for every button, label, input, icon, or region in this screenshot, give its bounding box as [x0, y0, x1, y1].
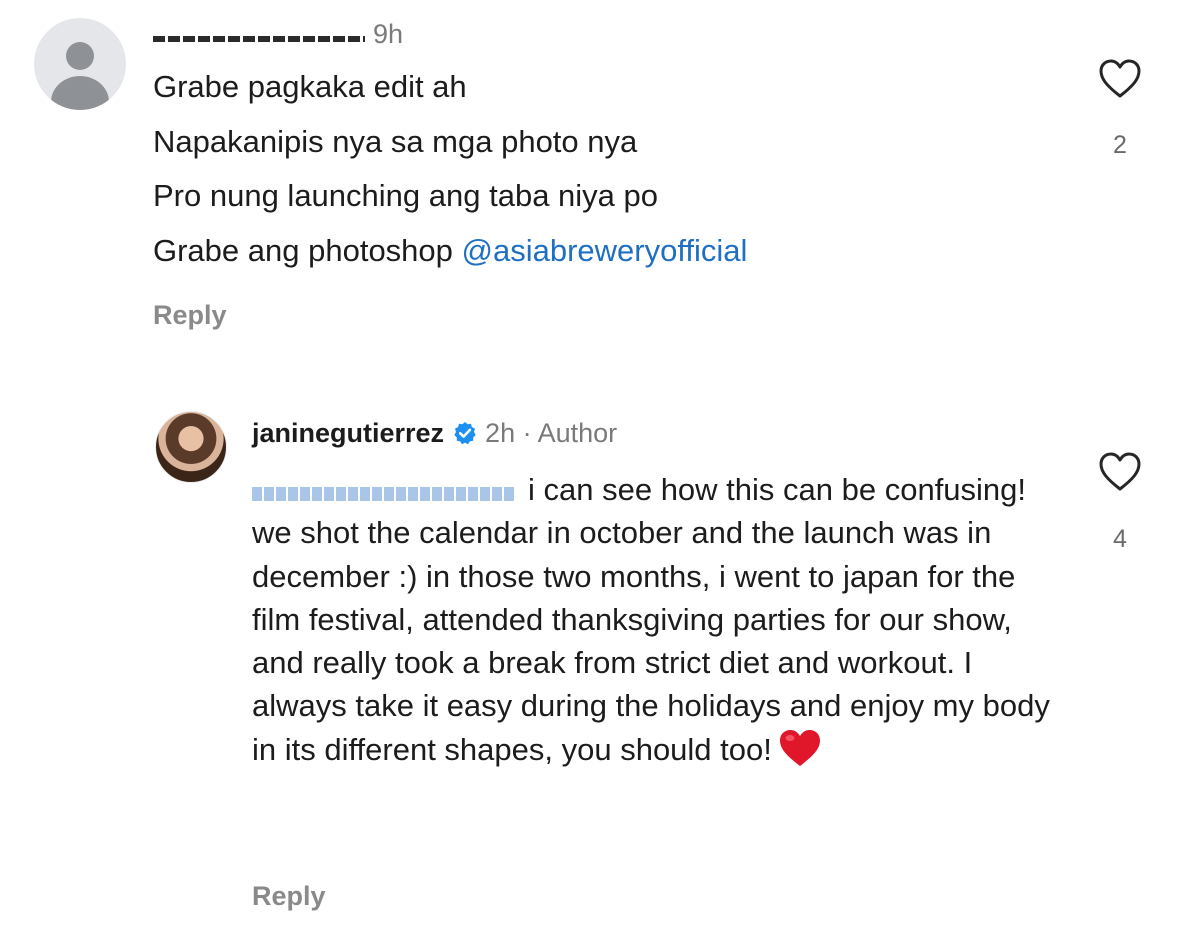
comment-line-4: Grabe ang photoshop @asiabreweryofficial: [153, 233, 747, 269]
default-avatar-icon: [66, 42, 94, 70]
reply-button-author[interactable]: Reply: [252, 881, 326, 912]
comment-line-3: Pro nung launching ang taba niya po: [153, 178, 659, 213]
author-avatar[interactable]: [155, 411, 227, 483]
comment-header: 9h: [153, 14, 403, 54]
comment-line-2: Napakanipis nya sa mga photo nya: [153, 124, 638, 159]
verified-badge-icon: [454, 422, 476, 445]
heart-outline-icon[interactable]: [1099, 59, 1141, 99]
commenter-username[interactable]: [153, 26, 365, 42]
author-reply-body: i can see how this can be confusing! we …: [252, 472, 1050, 767]
mention-link[interactable]: @asiabreweryofficial: [462, 233, 748, 268]
comment-line-1: Grabe pagkaka edit ah: [153, 69, 467, 104]
commenter-avatar[interactable]: [34, 18, 126, 110]
default-avatar-shoulders: [51, 76, 109, 110]
author-reply-text: i can see how this can be confusing! we …: [252, 468, 1052, 771]
author-header: janinegutierrez 2h · Author: [252, 413, 617, 453]
reply-button[interactable]: Reply: [153, 300, 227, 331]
author-meta: 2h · Author: [485, 417, 618, 448]
comment-timestamp: 9h: [373, 18, 404, 49]
like-count[interactable]: 2: [1099, 131, 1141, 160]
comment-line-4-text: Grabe ang photoshop: [153, 233, 462, 268]
red-heart-emoji: [779, 729, 820, 766]
author-username[interactable]: janinegutierrez: [252, 418, 444, 449]
like-count-author[interactable]: 4: [1099, 525, 1141, 554]
heart-outline-icon[interactable]: [1099, 452, 1141, 492]
